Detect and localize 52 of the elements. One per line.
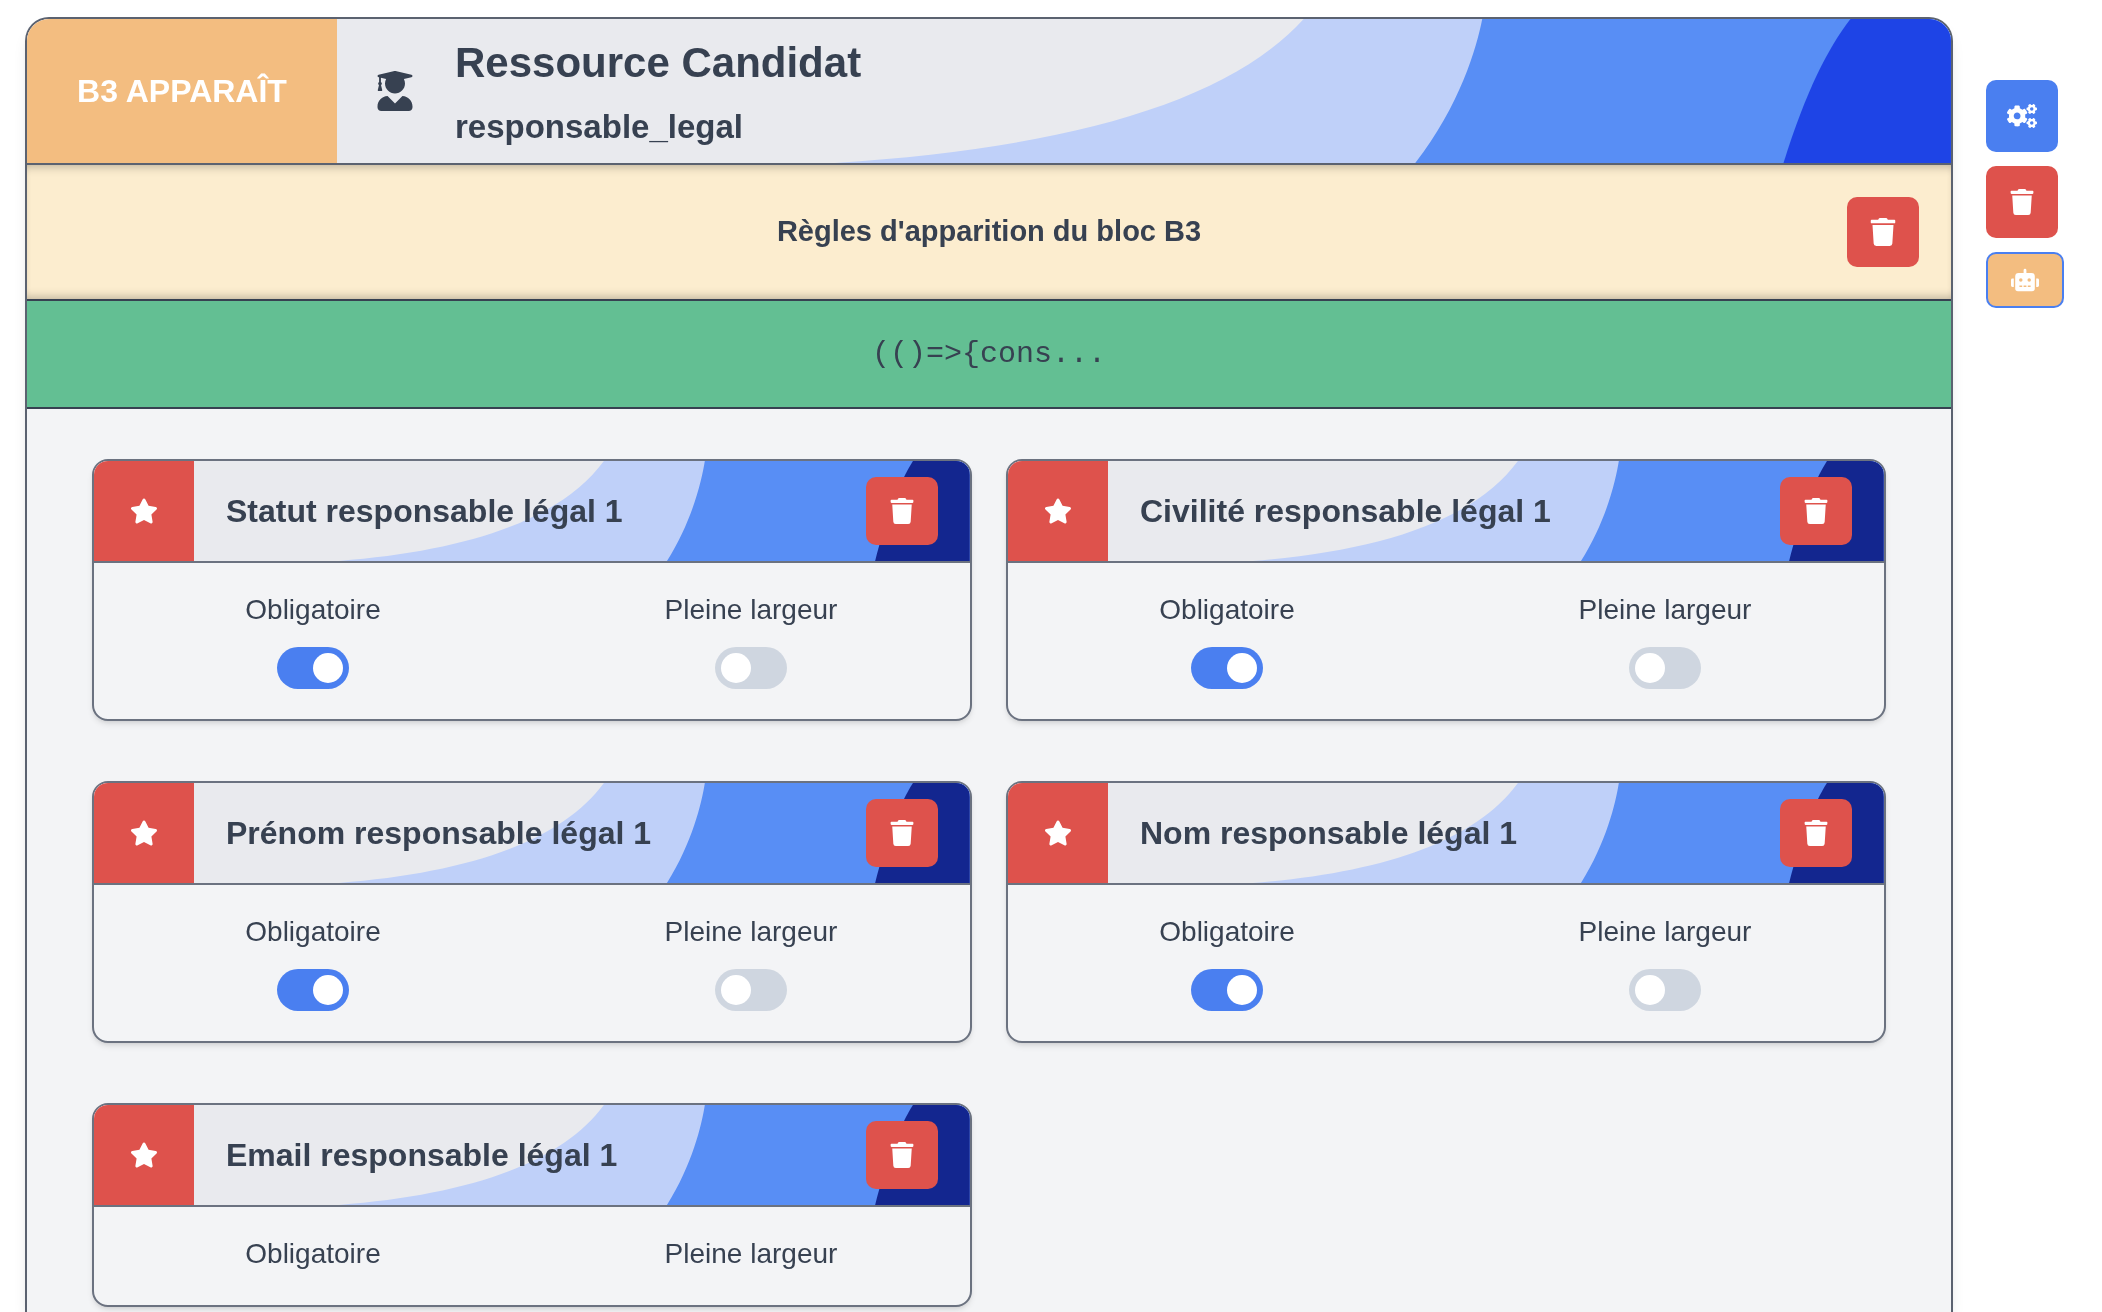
rules-title: Règles d'apparition du bloc B3: [776, 214, 1202, 250]
toggle-label: Obligatoire: [245, 915, 381, 949]
toggle-switch[interactable]: [277, 969, 349, 1011]
toggle-label: Pleine largeur: [664, 1237, 838, 1271]
delete-button[interactable]: [1986, 166, 2058, 238]
delete-button[interactable]: [866, 1121, 938, 1189]
trash-icon: [889, 498, 915, 524]
trash-icon: [1803, 498, 1829, 524]
toggle-label: Pleine largeur: [1578, 915, 1752, 949]
star-icon: [130, 819, 158, 847]
toggle-label: Obligatoire: [1159, 915, 1295, 949]
toggle-switch[interactable]: [1629, 969, 1701, 1011]
toggle-switch[interactable]: [1629, 647, 1701, 689]
trash-icon: [889, 1142, 915, 1168]
delete-button[interactable]: [866, 799, 938, 867]
toggle-switch[interactable]: [715, 969, 787, 1011]
field-title: Civilité responsable légal 1: [1140, 492, 1551, 531]
settings-button[interactable]: [1986, 80, 2058, 152]
delete-button[interactable]: [866, 477, 938, 545]
star-icon: [1044, 819, 1072, 847]
toggle-label: Obligatoire: [1159, 593, 1295, 627]
toggle-switch[interactable]: [1191, 647, 1263, 689]
trash-icon: [889, 820, 915, 846]
toggle-switch[interactable]: [1191, 969, 1263, 1011]
trash-icon: [2009, 189, 2035, 215]
star-icon: [130, 497, 158, 525]
settings-icon: [2007, 101, 2037, 131]
robot-icon: [2011, 266, 2039, 294]
trash-icon: [1803, 820, 1829, 846]
field-title: Email responsable légal 1: [226, 1136, 618, 1175]
field-title: Prénom responsable légal 1: [226, 814, 652, 853]
status-badge: B3 APPARAÎT: [27, 19, 337, 163]
star-icon: [130, 1141, 158, 1169]
toggle-label: Pleine largeur: [664, 915, 838, 949]
block-title: Ressource Candidat: [455, 37, 862, 88]
toggle-switch[interactable]: [715, 647, 787, 689]
toggle-switch[interactable]: [277, 647, 349, 689]
trash-icon: [1869, 218, 1897, 246]
toggle-label: Obligatoire: [245, 593, 381, 627]
toggle-label: Obligatoire: [245, 1237, 381, 1271]
block-subtitle: responsable_legal: [455, 106, 744, 147]
delete-button[interactable]: [1847, 197, 1919, 267]
delete-button[interactable]: [1780, 799, 1852, 867]
delete-button[interactable]: [1780, 477, 1852, 545]
toggle-label: Pleine largeur: [1578, 593, 1752, 627]
graduate-icon: [375, 71, 415, 111]
robot-button[interactable]: [1986, 252, 2064, 308]
field-title: Statut responsable légal 1: [226, 492, 623, 531]
toggle-label: Pleine largeur: [664, 593, 838, 627]
code-panel[interactable]: (()=>{cons...: [27, 299, 1951, 409]
field-title: Nom responsable légal 1: [1140, 814, 1517, 853]
star-icon: [1044, 497, 1072, 525]
